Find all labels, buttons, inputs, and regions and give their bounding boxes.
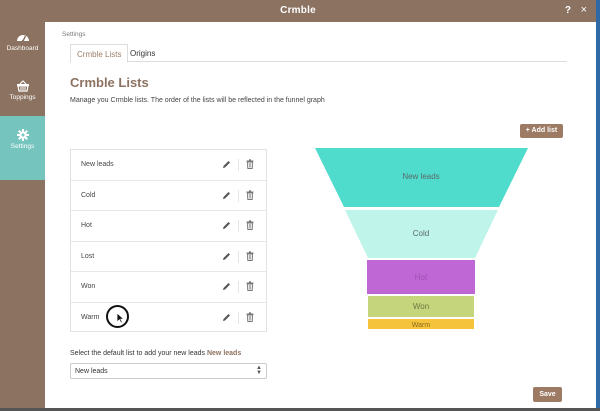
- divider: [238, 159, 239, 171]
- app-window: Crmble ? × Dashboard Toppings Settings S…: [0, 0, 596, 408]
- lists-table: New leads Cold Hot Lost Won Warm: [70, 149, 267, 332]
- sidebar-item-toppings[interactable]: Toppings: [0, 71, 45, 119]
- pencil-icon[interactable]: [222, 313, 231, 322]
- pencil-icon[interactable]: [222, 191, 231, 200]
- gear-icon: [16, 129, 29, 141]
- trash-icon[interactable]: [246, 250, 254, 261]
- divider: [238, 250, 239, 263]
- breadcrumb: Settings: [62, 31, 86, 38]
- default-list-label: Select the default list to add your new …: [70, 350, 241, 357]
- tab-bar: Crmble Lists Origins: [70, 44, 567, 63]
- divider: [238, 189, 239, 202]
- chevron-updown-icon: ▲ ▼: [256, 365, 262, 376]
- trash-icon[interactable]: [246, 159, 254, 169]
- background-strip: [596, 0, 600, 411]
- title-bar: Crmble ? ×: [0, 0, 596, 22]
- pencil-icon[interactable]: [222, 221, 231, 230]
- funnel-label-won: Won: [413, 302, 429, 311]
- sidebar-item-settings[interactable]: Settings: [0, 116, 45, 180]
- list-item-name: Won: [81, 283, 96, 290]
- page-description: Manage you Crmble lists. The order of th…: [70, 97, 325, 104]
- list-item-name: Hot: [81, 222, 92, 229]
- window-title: Crmble: [280, 5, 316, 16]
- sidebar-item-label: Toppings: [9, 94, 36, 101]
- list-item[interactable]: Warm: [71, 303, 266, 334]
- list-item-name: Warm: [81, 313, 100, 321]
- funnel-label-new-leads: New leads: [402, 172, 439, 181]
- list-item[interactable]: New leads: [71, 150, 266, 181]
- tab-crmble-lists[interactable]: Crmble Lists: [70, 44, 129, 63]
- trash-icon[interactable]: [246, 220, 254, 230]
- divider: [238, 220, 239, 232]
- trash-icon[interactable]: [246, 189, 254, 200]
- divider: [238, 311, 239, 324]
- funnel-graph: New leads Cold Hot Won Warm: [315, 148, 528, 329]
- mouse-cursor-icon: [116, 312, 125, 324]
- trash-icon[interactable]: [246, 281, 254, 291]
- sidebar-item-label: Settings: [10, 143, 35, 150]
- default-list-label-text: Select the default list to add your new …: [70, 350, 206, 357]
- tab-origins[interactable]: Origins: [124, 44, 161, 63]
- divider: [238, 281, 239, 293]
- list-item[interactable]: Won: [71, 272, 266, 303]
- pencil-icon[interactable]: [222, 160, 231, 169]
- save-button[interactable]: Save: [533, 387, 562, 402]
- default-list-select-value: New leads: [75, 368, 108, 375]
- list-item-name: Cold: [81, 191, 96, 199]
- pencil-icon[interactable]: [222, 282, 231, 291]
- scrollbar[interactable]: [577, 22, 596, 408]
- list-item[interactable]: Lost: [71, 242, 266, 272]
- page-title: Crmble Lists: [70, 75, 149, 90]
- add-list-button[interactable]: + Add list: [520, 124, 563, 138]
- settings-panel: Settings Crmble Lists Origins Crmble Lis…: [45, 22, 577, 408]
- pencil-icon[interactable]: [222, 252, 231, 261]
- funnel-label-hot: Hot: [415, 273, 428, 282]
- list-item-name: Lost: [81, 252, 95, 260]
- list-item[interactable]: Cold: [71, 181, 266, 211]
- sidebar-item-dashboard[interactable]: Dashboard: [0, 22, 45, 70]
- default-list-select[interactable]: New leads ▲ ▼: [70, 363, 267, 379]
- close-button[interactable]: ×: [581, 4, 587, 16]
- list-item-name: New leads: [81, 161, 114, 168]
- default-list-current: New leads: [206, 350, 242, 357]
- dashboard-icon: [16, 35, 29, 43]
- help-button[interactable]: ?: [565, 5, 571, 16]
- basket-icon: [16, 80, 29, 92]
- funnel-label-cold: Cold: [413, 229, 429, 238]
- trash-icon[interactable]: [246, 311, 254, 322]
- list-item[interactable]: Hot: [71, 211, 266, 242]
- sidebar: Dashboard Toppings Settings: [0, 22, 45, 408]
- funnel-label-warm: Warm: [412, 322, 431, 329]
- sidebar-item-label: Dashboard: [6, 45, 39, 52]
